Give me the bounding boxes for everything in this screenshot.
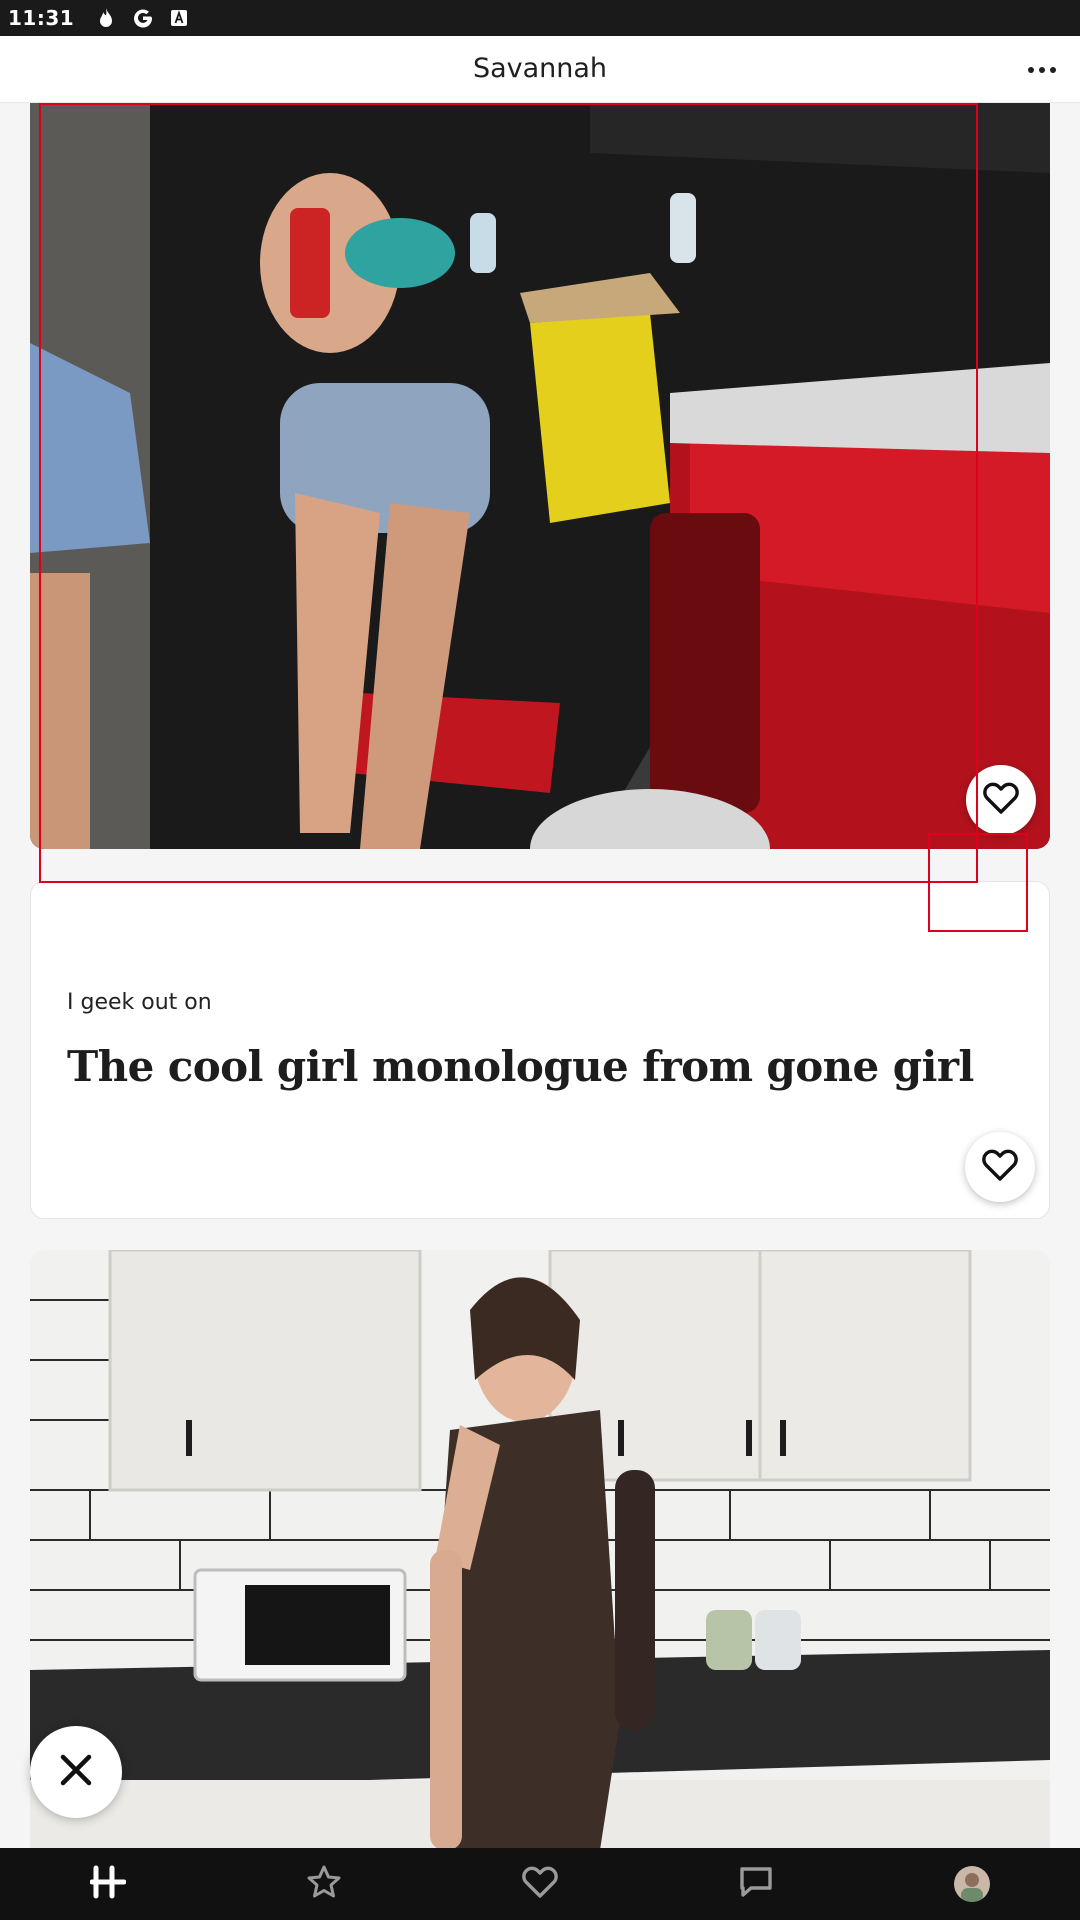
prompt-answer: The cool girl monologue from gone girl xyxy=(67,1042,974,1091)
prompt-card: I geek out on The cool girl monologue fr… xyxy=(30,881,1050,1219)
hinge-logo-icon xyxy=(89,1864,127,1905)
more-dot xyxy=(1028,67,1034,73)
more-dot xyxy=(1039,67,1045,73)
star-icon xyxy=(306,1864,342,1905)
profile-feed[interactable]: I geek out on The cool girl monologue fr… xyxy=(0,103,1080,1848)
bottom-navigation xyxy=(0,1848,1080,1920)
status-time: 11:31 xyxy=(8,6,75,30)
profile-photo-1 xyxy=(30,103,1050,849)
like-prompt-button[interactable] xyxy=(965,1132,1035,1202)
profile-header: Savannah xyxy=(0,36,1080,103)
heart-icon xyxy=(982,781,1020,820)
more-options-button[interactable] xyxy=(1022,50,1062,90)
photo-image xyxy=(30,1250,1050,1848)
nav-discover[interactable] xyxy=(68,1848,148,1920)
heart-icon xyxy=(521,1865,559,1904)
flame-icon xyxy=(96,7,116,29)
nav-matches[interactable] xyxy=(716,1848,796,1920)
keyboard-a-icon xyxy=(170,9,188,27)
profile-avatar xyxy=(954,1866,990,1902)
more-dot xyxy=(1050,67,1056,73)
status-bar: 11:31 xyxy=(0,0,1080,36)
prompt-question: I geek out on xyxy=(67,990,212,1015)
nav-standouts[interactable] xyxy=(284,1848,364,1920)
heart-icon xyxy=(981,1148,1019,1187)
nav-profile[interactable] xyxy=(932,1848,1012,1920)
close-x-icon xyxy=(57,1751,95,1794)
status-icons xyxy=(96,7,188,29)
nav-likes-you[interactable] xyxy=(500,1848,580,1920)
chat-bubble-icon xyxy=(737,1864,775,1905)
skip-profile-button[interactable] xyxy=(30,1726,122,1818)
google-icon xyxy=(132,7,154,29)
photo-image xyxy=(30,103,1050,849)
like-photo-button[interactable] xyxy=(966,765,1036,835)
profile-name-title: Savannah xyxy=(472,53,608,84)
profile-photo-2 xyxy=(30,1250,1050,1848)
